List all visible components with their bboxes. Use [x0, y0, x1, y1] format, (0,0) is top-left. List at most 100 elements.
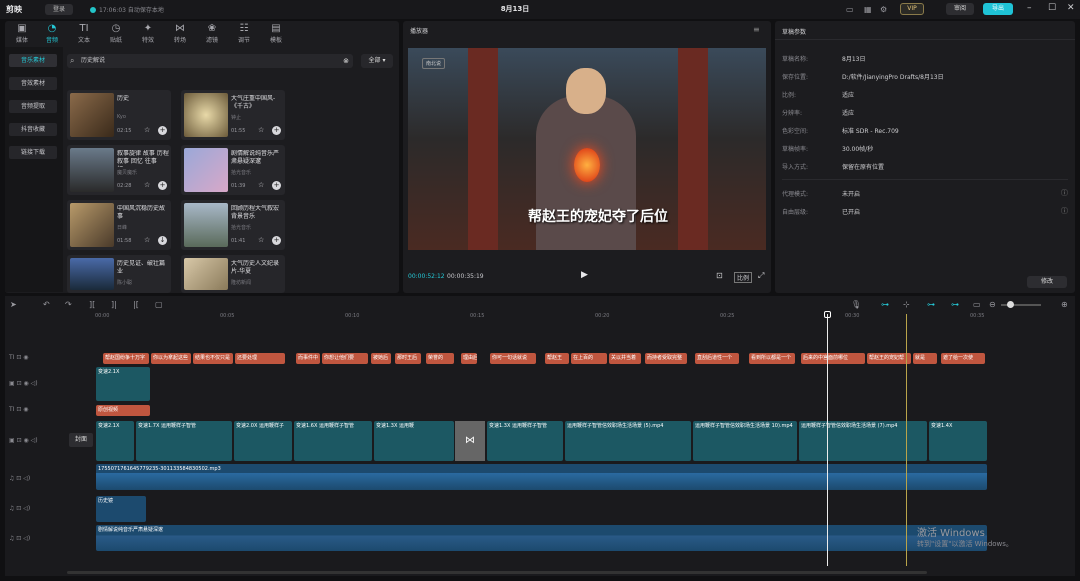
video-clip[interactable]: 变速2.1X	[96, 367, 150, 401]
minimize-icon[interactable]: –	[1027, 3, 1032, 13]
music-card[interactable]: 回顾历程大气叙宏背景音乐 拾光音乐 01:41 ☆ +	[181, 200, 285, 250]
filter-dropdown[interactable]: 全部 ▾	[361, 54, 393, 68]
magnet-icon[interactable]: ⊶	[881, 300, 889, 309]
category-extract[interactable]: 音频提取	[9, 100, 57, 113]
text-clip[interactable]: 在上百的	[571, 353, 607, 364]
video-clip[interactable]: 变速1.3X 运用鞭	[374, 421, 454, 461]
vip-badge[interactable]: VIP	[900, 3, 924, 15]
music-card[interactable]: 剧情解说纯音乐严肃悬疑深邃 拾光音乐 01:39 ☆ +	[181, 145, 285, 195]
video-clip[interactable]: 变速1.6X 运用鞭样子智管	[294, 421, 372, 461]
category-music[interactable]: 音乐素材	[9, 54, 57, 67]
modify-button[interactable]: 修改	[1027, 276, 1067, 288]
tab-text[interactable]: TI 文本	[71, 23, 97, 44]
category-douyin[interactable]: 抖音收藏	[9, 123, 57, 136]
add-icon[interactable]: +	[272, 126, 281, 135]
add-icon[interactable]: +	[158, 181, 167, 190]
ratio-button[interactable]: 比例	[734, 272, 753, 283]
audio-clip[interactable]: 剧情解说纯音乐严肃悬疑深邃	[96, 525, 987, 551]
text-clip[interactable]: 关以并当着	[609, 353, 641, 364]
horizontal-scrollbar[interactable]	[67, 571, 927, 574]
audio-clip[interactable]: 1755071761645779235-301133584830502.mp3	[96, 464, 987, 490]
text-clip[interactable]: 帮赵国纷争十万字	[103, 353, 149, 364]
playhead-handle[interactable]	[824, 311, 831, 318]
text-clip[interactable]: 被她后	[371, 353, 391, 364]
preview-axis-icon[interactable]: ⊶	[927, 300, 935, 309]
track-controls[interactable]: TI ⊡ ◉	[9, 354, 29, 361]
tab-audio[interactable]: ◔ 音频	[39, 23, 65, 44]
track-controls[interactable]: ▣ ⊡ ◉ ◁)	[9, 380, 38, 387]
select-tool-icon[interactable]: ➤	[10, 300, 17, 309]
delete-icon[interactable]: ▢	[155, 300, 163, 309]
text-clip[interactable]: 帮赵王	[545, 353, 569, 364]
caption-icon[interactable]: ▭	[973, 300, 981, 309]
favorite-icon[interactable]: ☆	[144, 181, 150, 189]
zoom-slider-handle[interactable]	[1007, 301, 1014, 308]
text-clip[interactable]: 还要处理	[235, 353, 285, 364]
tab-template[interactable]: ▤ 模板	[263, 23, 289, 44]
info-icon[interactable]: ⓘ	[1061, 206, 1068, 216]
tab-transition[interactable]: ⋈ 转场	[167, 23, 193, 44]
text-clip[interactable]: 而事件中	[296, 353, 320, 364]
shortcut-icon[interactable]: ▭	[846, 5, 854, 14]
favorite-icon[interactable]: ☆	[144, 236, 150, 244]
search-input[interactable]: ⌕ 历史解说 ⊗	[67, 54, 353, 68]
audio-clip[interactable]: 历史镜	[96, 496, 146, 522]
link-icon[interactable]: ⊹	[903, 300, 910, 309]
favorite-icon[interactable]: ☆	[258, 236, 264, 244]
download-icon[interactable]: ↓	[158, 236, 167, 245]
track-controls[interactable]: ▣ ⊡ ◉ ◁)	[9, 437, 38, 444]
text-clip[interactable]: 帮赵王的宠妃帮	[867, 353, 911, 364]
video-clip[interactable]: 变速1.4X	[929, 421, 987, 461]
text-clip[interactable]: 直刮后道性一个	[695, 353, 739, 364]
favorite-icon[interactable]: ☆	[258, 126, 264, 134]
track-controls[interactable]: ♫ ⊡ ◁)	[9, 535, 30, 542]
music-card[interactable]: 叙事旋律 故事 历程 叙事 回忆 往事 纪... 魔贝魔乐 02:28 ☆ +	[67, 145, 171, 195]
text-clip[interactable]: 结果也不仅只是	[193, 353, 233, 364]
text-clip[interactable]: 看到所以都是一个	[749, 353, 795, 364]
text-clip[interactable]: 你以为拿起这些	[151, 353, 191, 364]
text-clip[interactable]: 你可一句话就说	[490, 353, 536, 364]
login-button[interactable]: 登录	[45, 4, 73, 15]
info-icon[interactable]: ⓘ	[1061, 188, 1068, 198]
fullscreen-icon[interactable]: ⤢	[758, 271, 764, 281]
favorite-icon[interactable]: ☆	[258, 181, 264, 189]
video-clip[interactable]: 变速1.7X 运用鞭样子智管	[136, 421, 232, 461]
text-clip[interactable]: 而持者受取完整	[645, 353, 687, 364]
split-right-icon[interactable]: |[	[133, 300, 139, 309]
tab-media[interactable]: ▣ 媒体	[9, 23, 35, 44]
close-icon[interactable]: ✕	[1067, 3, 1075, 13]
music-card[interactable]: 历史 Kyo 02:15 ☆ +	[67, 90, 171, 140]
music-card[interactable]: 中国风沉稳历史故事 日峰 01:58 ☆ ↓	[67, 200, 171, 250]
text-clip[interactable]: 理由后	[461, 353, 477, 364]
text-clip[interactable]: 荣誉的	[426, 353, 454, 364]
text-clip[interactable]: 那时王后	[395, 353, 421, 364]
tab-adjust[interactable]: ☷ 调节	[231, 23, 257, 44]
music-card[interactable]: 大气历史人文纪录片-华夏 隆坊新闻	[181, 255, 285, 293]
video-clip[interactable]: 变速1.3X 运用鞭样子智管	[487, 421, 563, 461]
snap-icon[interactable]: ⊶	[951, 300, 959, 309]
category-sfx[interactable]: 音效素材	[9, 77, 57, 90]
undo-icon[interactable]: ↶	[43, 300, 50, 309]
tab-filter[interactable]: ❀ 滤镜	[199, 23, 225, 44]
fit-icon[interactable]: ⊕	[1061, 300, 1068, 309]
play-icon[interactable]: ▶	[581, 270, 588, 280]
redo-icon[interactable]: ↷	[65, 300, 72, 309]
cover-button[interactable]: 封面	[69, 433, 93, 447]
music-card[interactable]: 大气庄重中国风-《千古》 钟止 01:55 ☆ +	[181, 90, 285, 140]
tab-sticker[interactable]: ◷ 贴纸	[103, 23, 129, 44]
add-icon[interactable]: +	[272, 236, 281, 245]
split-left-icon[interactable]: ]|	[111, 300, 117, 309]
text-clip[interactable]: 你想让他们要	[322, 353, 368, 364]
tab-effects[interactable]: ✦ 特效	[135, 23, 161, 44]
text-clip[interactable]: 就是	[913, 353, 937, 364]
track-controls[interactable]: ♫ ⊡ ◁)	[9, 475, 30, 482]
clear-search-icon[interactable]: ⊗	[343, 54, 349, 68]
maximize-icon[interactable]: ☐	[1048, 3, 1056, 13]
export-button[interactable]: 导出	[983, 3, 1013, 15]
track-controls[interactable]: TI ⊡ ◉	[9, 406, 29, 413]
favorite-icon[interactable]: ☆	[144, 126, 150, 134]
add-icon[interactable]: +	[158, 126, 167, 135]
music-card[interactable]: 历史见证、破壮篇业 陈小聪	[67, 255, 171, 293]
text-clip[interactable]: 后来的中宫面前哪位	[801, 353, 865, 364]
video-preview[interactable]: 南北说 帮赵王的宠妃夺了后位	[408, 48, 766, 250]
